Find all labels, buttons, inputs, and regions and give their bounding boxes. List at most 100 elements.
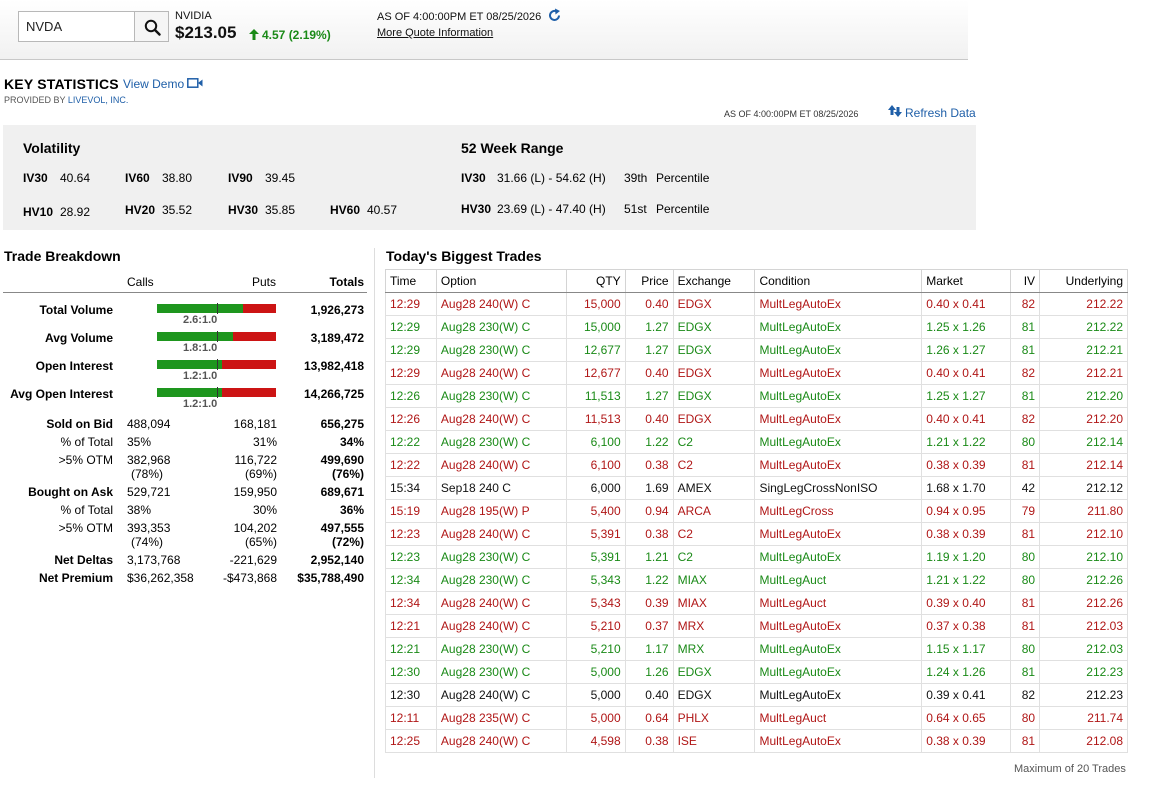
trade-underlying: 212.10 <box>1039 522 1128 546</box>
col-underlying[interactable]: Underlying <box>1039 269 1128 293</box>
trade-row[interactable]: 12:25 Aug28 240(W) C 4,598 0.38 ISE MultLegAu… <box>385 729 1128 753</box>
col-price[interactable]: Price <box>624 269 674 293</box>
sold-on-bid-pct-puts: 31% <box>252 435 277 449</box>
puts-bar-segment <box>222 388 276 397</box>
trade-row[interactable]: 12:21 Aug28 230(W) C 5,210 1.17 MRX MultLegAu… <box>385 637 1128 661</box>
trade-iv: 81 <box>1010 660 1041 684</box>
trade-row[interactable]: 12:29 Aug28 240(W) C 12,677 0.40 EDGX MultLeg… <box>385 361 1128 385</box>
refresh-data-icon[interactable] <box>887 104 903 118</box>
trade-iv: 80 <box>1010 545 1041 569</box>
trade-price: 1.69 <box>624 476 674 500</box>
trade-underlying: 211.80 <box>1039 499 1128 523</box>
bought-on-ask-otm-total: 497,555 <box>320 521 364 535</box>
puts-header: Puts <box>252 275 277 289</box>
ratio-row-label: Open Interest <box>35 359 113 373</box>
sold-on-bid-block: Sold on Bid 488,094 168,181 656,275 % of… <box>3 411 367 527</box>
net-deltas-puts: -221,629 <box>229 553 277 567</box>
trade-market: 0.38 x 0.39 <box>921 522 1012 546</box>
calls-bar-segment <box>157 360 222 369</box>
trade-qty: 5,391 <box>565 522 626 546</box>
range-iv30-label: IV30 <box>461 171 486 185</box>
trade-price: 0.38 <box>624 453 674 477</box>
trade-row[interactable]: 12:30 Aug28 240(W) C 5,000 0.40 EDGX MultLegA… <box>385 683 1128 707</box>
trade-time: 12:34 <box>385 568 437 592</box>
arrow-up-icon <box>249 29 259 40</box>
trade-option: Aug28 240(W) C <box>435 683 567 707</box>
col-time[interactable]: Time <box>385 269 437 293</box>
trade-condition: MultLegAutoEx <box>754 430 923 454</box>
trade-row[interactable]: 12:21 Aug28 240(W) C 5,210 0.37 MRX MultLegAu… <box>385 614 1128 638</box>
video-camera-icon[interactable] <box>187 78 203 88</box>
trade-row[interactable]: 12:34 Aug28 240(W) C 5,343 0.39 MIAX MultLegA… <box>385 591 1128 615</box>
calls-puts-bar <box>157 359 276 370</box>
trade-row[interactable]: 12:29 Aug28 230(W) C 12,677 1.27 EDGX MultLeg… <box>385 338 1128 362</box>
sold-on-bid-total: 656,275 <box>320 417 364 431</box>
trade-qty: 15,000 <box>565 292 626 316</box>
refresh-data-link[interactable]: Refresh Data <box>905 106 976 120</box>
col-market[interactable]: Market <box>921 269 1012 293</box>
trade-row[interactable]: 12:29 Aug28 240(W) C 15,000 0.40 EDGX MultLeg… <box>385 292 1128 316</box>
trade-price: 1.17 <box>624 637 674 661</box>
symbol-search-input[interactable]: NVDA <box>18 11 135 42</box>
trade-row[interactable]: 12:30 Aug28 230(W) C 5,000 1.26 EDGX MultLegA… <box>385 660 1128 684</box>
trade-qty: 5,000 <box>565 706 626 730</box>
trade-condition: MultLegAutoEx <box>754 545 923 569</box>
hv60-value: 40.57 <box>367 203 398 217</box>
col-exchange[interactable]: Exchange <box>672 269 756 293</box>
trade-exchange: PHLX <box>672 706 756 730</box>
iv60-label: IV60 <box>125 171 150 185</box>
bought-on-ask-otm-calls-pct: (74%) <box>131 535 164 549</box>
trade-time: 12:29 <box>385 292 437 316</box>
biggest-trades-table: Time Option QTY Price Exchange Condition… <box>385 269 1128 753</box>
hv60-label: HV60 <box>330 203 361 217</box>
col-condition[interactable]: Condition <box>754 269 923 293</box>
trade-row[interactable]: 12:23 Aug28 230(W) C 5,391 1.21 C2 MultLegAut… <box>385 545 1128 569</box>
trade-underlying: 212.26 <box>1039 591 1128 615</box>
trade-row[interactable]: 12:29 Aug28 230(W) C 15,000 1.27 EDGX MultLeg… <box>385 315 1128 339</box>
col-qty[interactable]: QTY <box>565 269 626 293</box>
trade-row[interactable]: 15:19 Aug28 195(W) P 5,400 0.94 ARCA MultLegC… <box>385 499 1128 523</box>
trade-row[interactable]: 12:26 Aug28 230(W) C 11,513 1.27 EDGX MultLeg… <box>385 384 1128 408</box>
trade-market: 0.38 x 0.39 <box>921 453 1012 477</box>
col-iv[interactable]: IV <box>1010 269 1041 293</box>
trade-row[interactable]: 12:22 Aug28 230(W) C 6,100 1.22 C2 MultLegAut… <box>385 430 1128 454</box>
sold-on-bid-pct-calls: 35% <box>127 435 152 449</box>
trade-market: 0.39 x 0.40 <box>921 591 1012 615</box>
trade-qty: 11,513 <box>565 384 626 408</box>
sold-on-bid-label: Sold on Bid <box>46 417 113 431</box>
trade-market: 1.25 x 1.26 <box>921 315 1012 339</box>
biggest-trades-title: Today's Biggest Trades <box>386 248 542 264</box>
search-icon <box>144 19 161 36</box>
search-button[interactable] <box>134 11 169 42</box>
trade-underlying: 212.14 <box>1039 453 1128 477</box>
trade-option: Aug28 240(W) C <box>435 407 567 431</box>
refresh-icon[interactable] <box>547 8 562 23</box>
sold-on-bid-puts: 168,181 <box>233 417 277 431</box>
bought-on-ask-otm-calls: 393,353 <box>127 521 171 535</box>
more-quote-information-link[interactable]: More Quote Information <box>377 27 493 39</box>
view-demo-link[interactable]: View Demo <box>123 77 184 91</box>
trade-underlying: 212.21 <box>1039 338 1128 362</box>
col-option[interactable]: Option <box>435 269 567 293</box>
trade-row[interactable]: 12:26 Aug28 240(W) C 11,513 0.40 EDGX MultLeg… <box>385 407 1128 431</box>
trade-condition: SingLegCrossNonISO <box>754 476 923 500</box>
trade-iv: 79 <box>1010 499 1041 523</box>
trade-market: 0.39 x 0.41 <box>921 683 1012 707</box>
trade-iv: 81 <box>1010 591 1041 615</box>
trade-row[interactable]: 12:34 Aug28 230(W) C 5,343 1.22 MIAX MultLegA… <box>385 568 1128 592</box>
trade-iv: 42 <box>1010 476 1041 500</box>
bought-on-ask-pct-total: 36% <box>339 503 364 517</box>
trade-row[interactable]: 12:11 Aug28 235(W) C 5,000 0.64 PHLX MultLegA… <box>385 706 1128 730</box>
trade-option: Aug28 230(W) C <box>435 637 567 661</box>
sold-on-bid-otm-puts-pct: (69%) <box>244 467 277 481</box>
trade-underlying: 212.23 <box>1039 660 1128 684</box>
trade-row[interactable]: 15:34 Sep18 240 C 6,000 1.69 AMEX SingLegCros… <box>385 476 1128 500</box>
trade-iv: 81 <box>1010 729 1041 753</box>
trade-row[interactable]: 12:23 Aug28 240(W) C 5,391 0.38 C2 MultLegAut… <box>385 522 1128 546</box>
trade-market: 1.68 x 1.70 <box>921 476 1012 500</box>
trade-qty: 11,513 <box>565 407 626 431</box>
trade-row[interactable]: 12:22 Aug28 240(W) C 6,100 0.38 C2 MultLegAut… <box>385 453 1128 477</box>
provider-link[interactable]: LIVEVOL, INC. <box>68 95 129 105</box>
trade-exchange: MIAX <box>672 568 756 592</box>
bought-on-ask-puts: 159,950 <box>233 485 277 499</box>
